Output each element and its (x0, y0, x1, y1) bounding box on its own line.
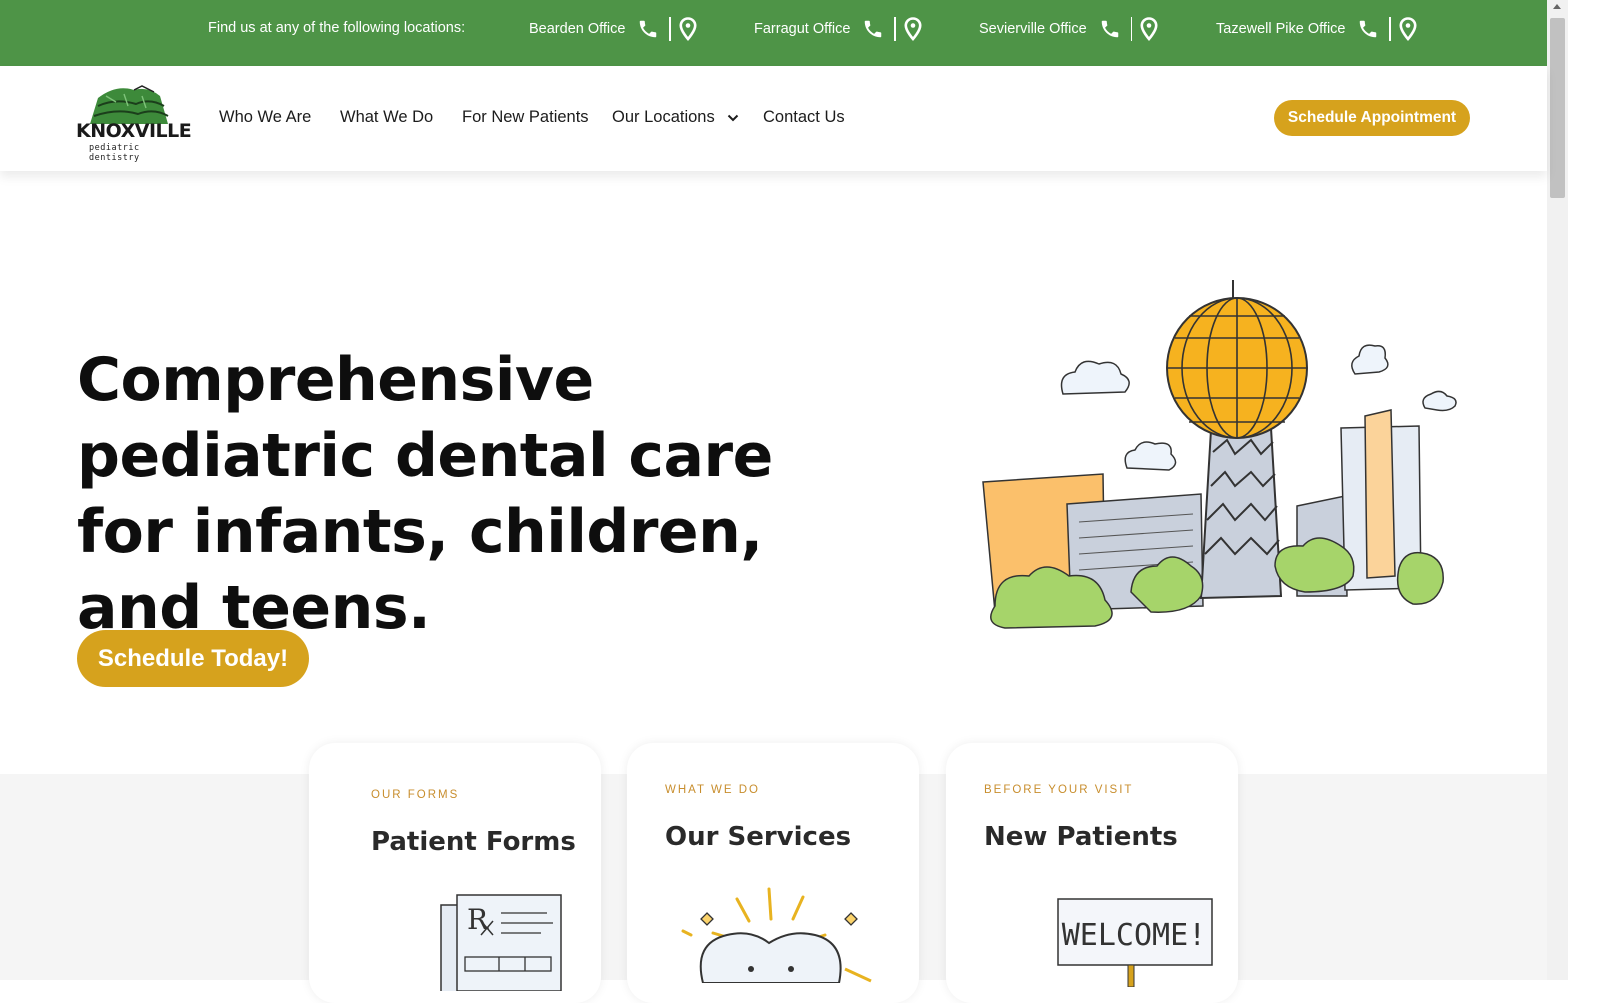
location-bar: Find us at any of the following location… (0, 0, 1547, 66)
card-patient-forms[interactable]: OUR FORMS Patient Forms R (309, 743, 601, 1003)
prescription-form-icon: R (440, 894, 562, 991)
office-name: Bearden Office (529, 21, 626, 37)
office-name: Tazewell Pike Office (1216, 21, 1346, 37)
map-pin-icon[interactable] (1399, 17, 1417, 41)
nav-what-we-do[interactable]: What We Do (340, 108, 433, 127)
card-eyebrow: OUR FORMS (371, 789, 460, 801)
knoxville-skyline-illustration (982, 280, 1457, 629)
page-scrollbar[interactable] (1547, 0, 1568, 980)
map-pin-icon[interactable] (679, 17, 697, 41)
phone-icon[interactable] (637, 18, 659, 40)
site-logo[interactable]: KNOXVILLE pediatric dentistry (76, 84, 192, 163)
chevron-down-icon (728, 114, 739, 122)
schedule-appointment-button[interactable]: Schedule Appointment (1274, 100, 1470, 136)
card-title: Patient Forms (371, 827, 576, 857)
card-eyebrow: BEFORE YOUR VISIT (984, 784, 1134, 796)
card-new-patients[interactable]: BEFORE YOUR VISIT New Patients WELCOME! (946, 743, 1238, 1003)
divider (669, 17, 671, 41)
welcome-sign-text: WELCOME! (1062, 918, 1207, 953)
nav-our-locations[interactable]: Our Locations (612, 108, 739, 127)
welcome-sign-icon: WELCOME! (1057, 898, 1213, 987)
hero-title: Comprehensive pediatric dental care for … (77, 345, 773, 643)
phone-icon[interactable] (1099, 18, 1121, 40)
svg-text:R: R (467, 903, 489, 936)
map-pin-icon[interactable] (1140, 17, 1158, 41)
office-farragut: Farragut Office (754, 13, 922, 45)
office-tazewell-pike: Tazewell Pike Office (1216, 13, 1417, 45)
nav-contact-us[interactable]: Contact Us (763, 108, 845, 127)
phone-icon[interactable] (862, 18, 884, 40)
logo-wordmark: KNOXVILLE (76, 120, 192, 142)
office-name: Farragut Office (754, 21, 851, 37)
divider (1130, 17, 1133, 41)
locations-intro: Find us at any of the following location… (208, 20, 466, 36)
nav-our-locations-label: Our Locations (612, 108, 715, 126)
card-our-services[interactable]: WHAT WE DO Our Services (627, 743, 919, 1003)
scrollbar-thumb[interactable] (1550, 18, 1565, 198)
happy-tooth-icon (681, 887, 872, 983)
nav-for-new-patients[interactable]: For New Patients (462, 108, 589, 127)
card-title: Our Services (665, 822, 852, 852)
office-sevierville: Sevierville Office (979, 13, 1158, 45)
map-pin-icon[interactable] (904, 17, 922, 41)
office-bearden: Bearden Office (529, 13, 697, 45)
divider (894, 17, 896, 41)
card-title: New Patients (984, 822, 1178, 852)
card-eyebrow: WHAT WE DO (665, 784, 760, 796)
phone-icon[interactable] (1357, 18, 1379, 40)
divider (1389, 17, 1391, 41)
schedule-today-button[interactable]: Schedule Today! (77, 630, 309, 687)
logo-tagline: pediatric dentistry (89, 143, 140, 163)
logo-hills-icon (90, 85, 169, 124)
scroll-up-icon[interactable] (1553, 4, 1561, 9)
nav-who-we-are[interactable]: Who We Are (219, 108, 311, 127)
site-header: KNOXVILLE pediatric dentistry Who We Are… (0, 66, 1547, 171)
office-name: Sevierville Office (979, 21, 1087, 37)
